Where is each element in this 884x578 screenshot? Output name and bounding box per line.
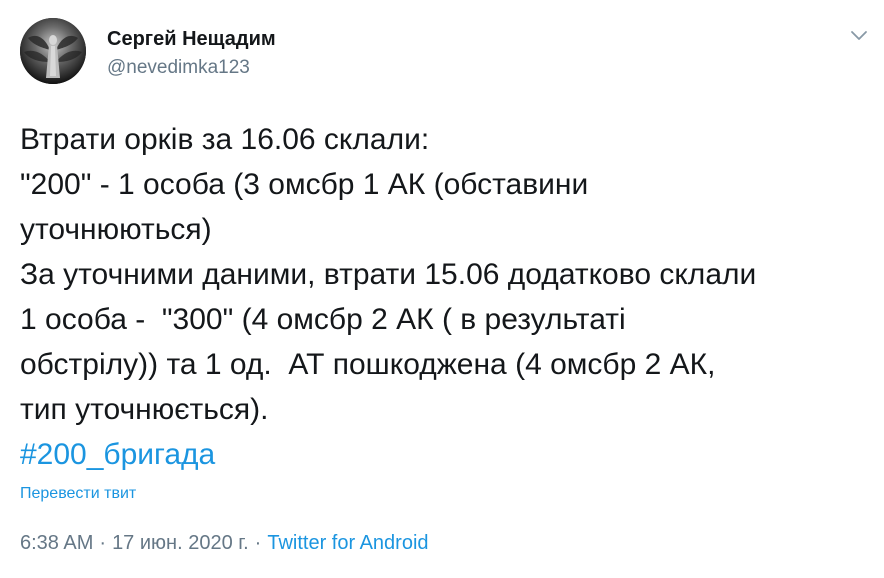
tweet-source-link[interactable]: Twitter for Android (267, 532, 428, 554)
tweet-text-line: Втрати орків за 16.06 склали: (20, 123, 430, 156)
translate-tweet-link[interactable]: Перевести твит (20, 485, 136, 503)
tweet-card: Сергей Нещадим @nevedimka123 Втрати оркі… (0, 0, 884, 578)
tweet-time[interactable]: 6:38 AM (20, 532, 93, 554)
separator: · (99, 532, 107, 554)
tweet-metadata: 6:38 AM · 17 июн. 2020 г. · Twitter for Andr… (20, 532, 429, 555)
tweet-text-line: За уточними даними, втрати 15.06 додатко… (20, 258, 757, 291)
avatar[interactable] (20, 18, 86, 84)
avatar-angel-icon (20, 18, 86, 84)
tweet-text: Втрати орків за 16.06 склали: "200" - 1 … (20, 117, 870, 477)
hashtag-link[interactable]: #200_бригада (20, 432, 870, 477)
separator: · (254, 532, 262, 554)
tweet-text-line: уточнюються) (20, 213, 212, 246)
tweet-text-line: 1 особа - "300" (4 омсбр 2 АК ( в резуль… (20, 303, 626, 336)
tweet-date[interactable]: 17 июн. 2020 г. (112, 532, 249, 554)
chevron-down-icon (851, 31, 867, 40)
author-handle[interactable]: @nevedimka123 (107, 57, 250, 79)
tweet-menu-button[interactable] (846, 22, 872, 48)
author-display-name[interactable]: Сергей Нещадим (107, 28, 276, 51)
tweet-text-line: "200" - 1 особа (3 омсбр 1 АК (обставини (20, 168, 589, 201)
tweet-text-line: обстрілу)) та 1 од. АТ пошкоджена (4 омс… (20, 348, 716, 381)
tweet-text-line: тип уточнюється). (20, 393, 269, 426)
